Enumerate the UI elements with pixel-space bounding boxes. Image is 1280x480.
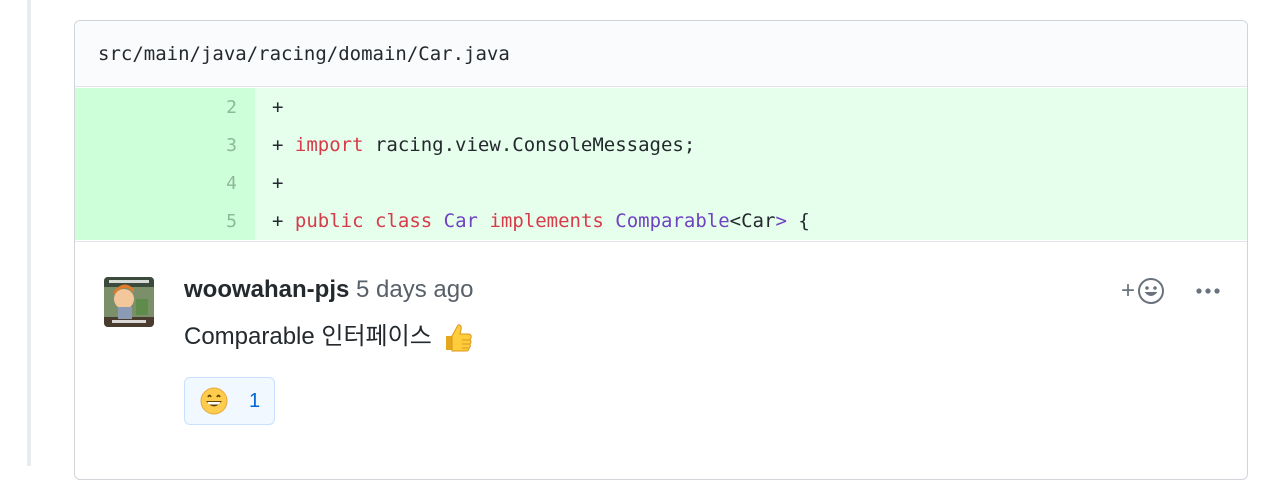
grinning-face-icon (200, 387, 228, 415)
reaction-count: 1 (249, 389, 261, 412)
add-reaction-plus: + (1121, 277, 1136, 304)
reaction-button-grinning[interactable]: 1 (184, 377, 275, 425)
diff-hunk: 2 +3 + import racing.view.ConsoleMessages;… (75, 87, 1247, 242)
comment-author[interactable]: woowahan-pjs (184, 276, 349, 303)
diff-line: 4 + (75, 164, 1247, 202)
review-comment: woowahan-pjs 5 days ago Comparable 인터페이스 (75, 242, 1247, 479)
code-line: + (255, 164, 1247, 202)
code-token: implements (489, 210, 604, 232)
code-token: Comparable (615, 210, 730, 232)
code-token: <Car (729, 210, 776, 232)
line-number[interactable]: 5 (75, 202, 255, 240)
diff-marker: + (272, 96, 284, 118)
code-token: class (375, 210, 433, 232)
timeline-bar (27, 0, 31, 466)
line-number[interactable]: 2 (75, 88, 255, 126)
line-number[interactable]: 3 (75, 126, 255, 164)
file-path[interactable]: src/main/java/racing/domain/Car.java (98, 43, 510, 65)
code-token: > (775, 210, 787, 232)
code-line: + (255, 88, 1247, 126)
code-line: + import racing.view.ConsoleMessages; (255, 126, 1247, 164)
more-options-button[interactable] (1193, 276, 1223, 306)
kebab-horizontal-icon (1196, 288, 1220, 294)
code-token: { (786, 210, 810, 232)
diff-line: 3 + import racing.view.ConsoleMessages; (75, 126, 1247, 164)
code-token: Car (443, 210, 478, 232)
diff-marker: + (272, 172, 284, 194)
code-token: import (294, 134, 364, 156)
add-reaction-button[interactable]: + (1121, 274, 1175, 308)
line-number[interactable]: 4 (75, 164, 255, 202)
comment-body-text: Comparable 인터페이스 (184, 323, 432, 350)
code-line: + public class Car implements Comparable… (255, 202, 1247, 240)
review-thread: src/main/java/racing/domain/Car.java 2 +3… (74, 20, 1248, 480)
code-token: racing.view.ConsoleMessages; (363, 134, 696, 156)
thumbs-up-icon (440, 320, 474, 354)
file-path-header[interactable]: src/main/java/racing/domain/Car.java (75, 21, 1247, 87)
diff-line: 5 + public class Car implements Comparabl… (75, 202, 1247, 240)
diff-marker: + (272, 210, 284, 232)
diff-marker: + (272, 134, 284, 156)
code-token: public (294, 210, 364, 232)
avatar-meme-icon (104, 277, 154, 327)
smiley-icon (1138, 278, 1165, 304)
comment-meta: woowahan-pjs 5 days ago (184, 274, 473, 306)
diff-line: 2 + (75, 88, 1247, 126)
diff-table: 2 +3 + import racing.view.ConsoleMessages;… (75, 88, 1247, 240)
comment-body: Comparable 인터페이스 (184, 320, 474, 354)
avatar[interactable] (104, 277, 154, 327)
comment-timestamp[interactable]: 5 days ago (356, 276, 473, 303)
